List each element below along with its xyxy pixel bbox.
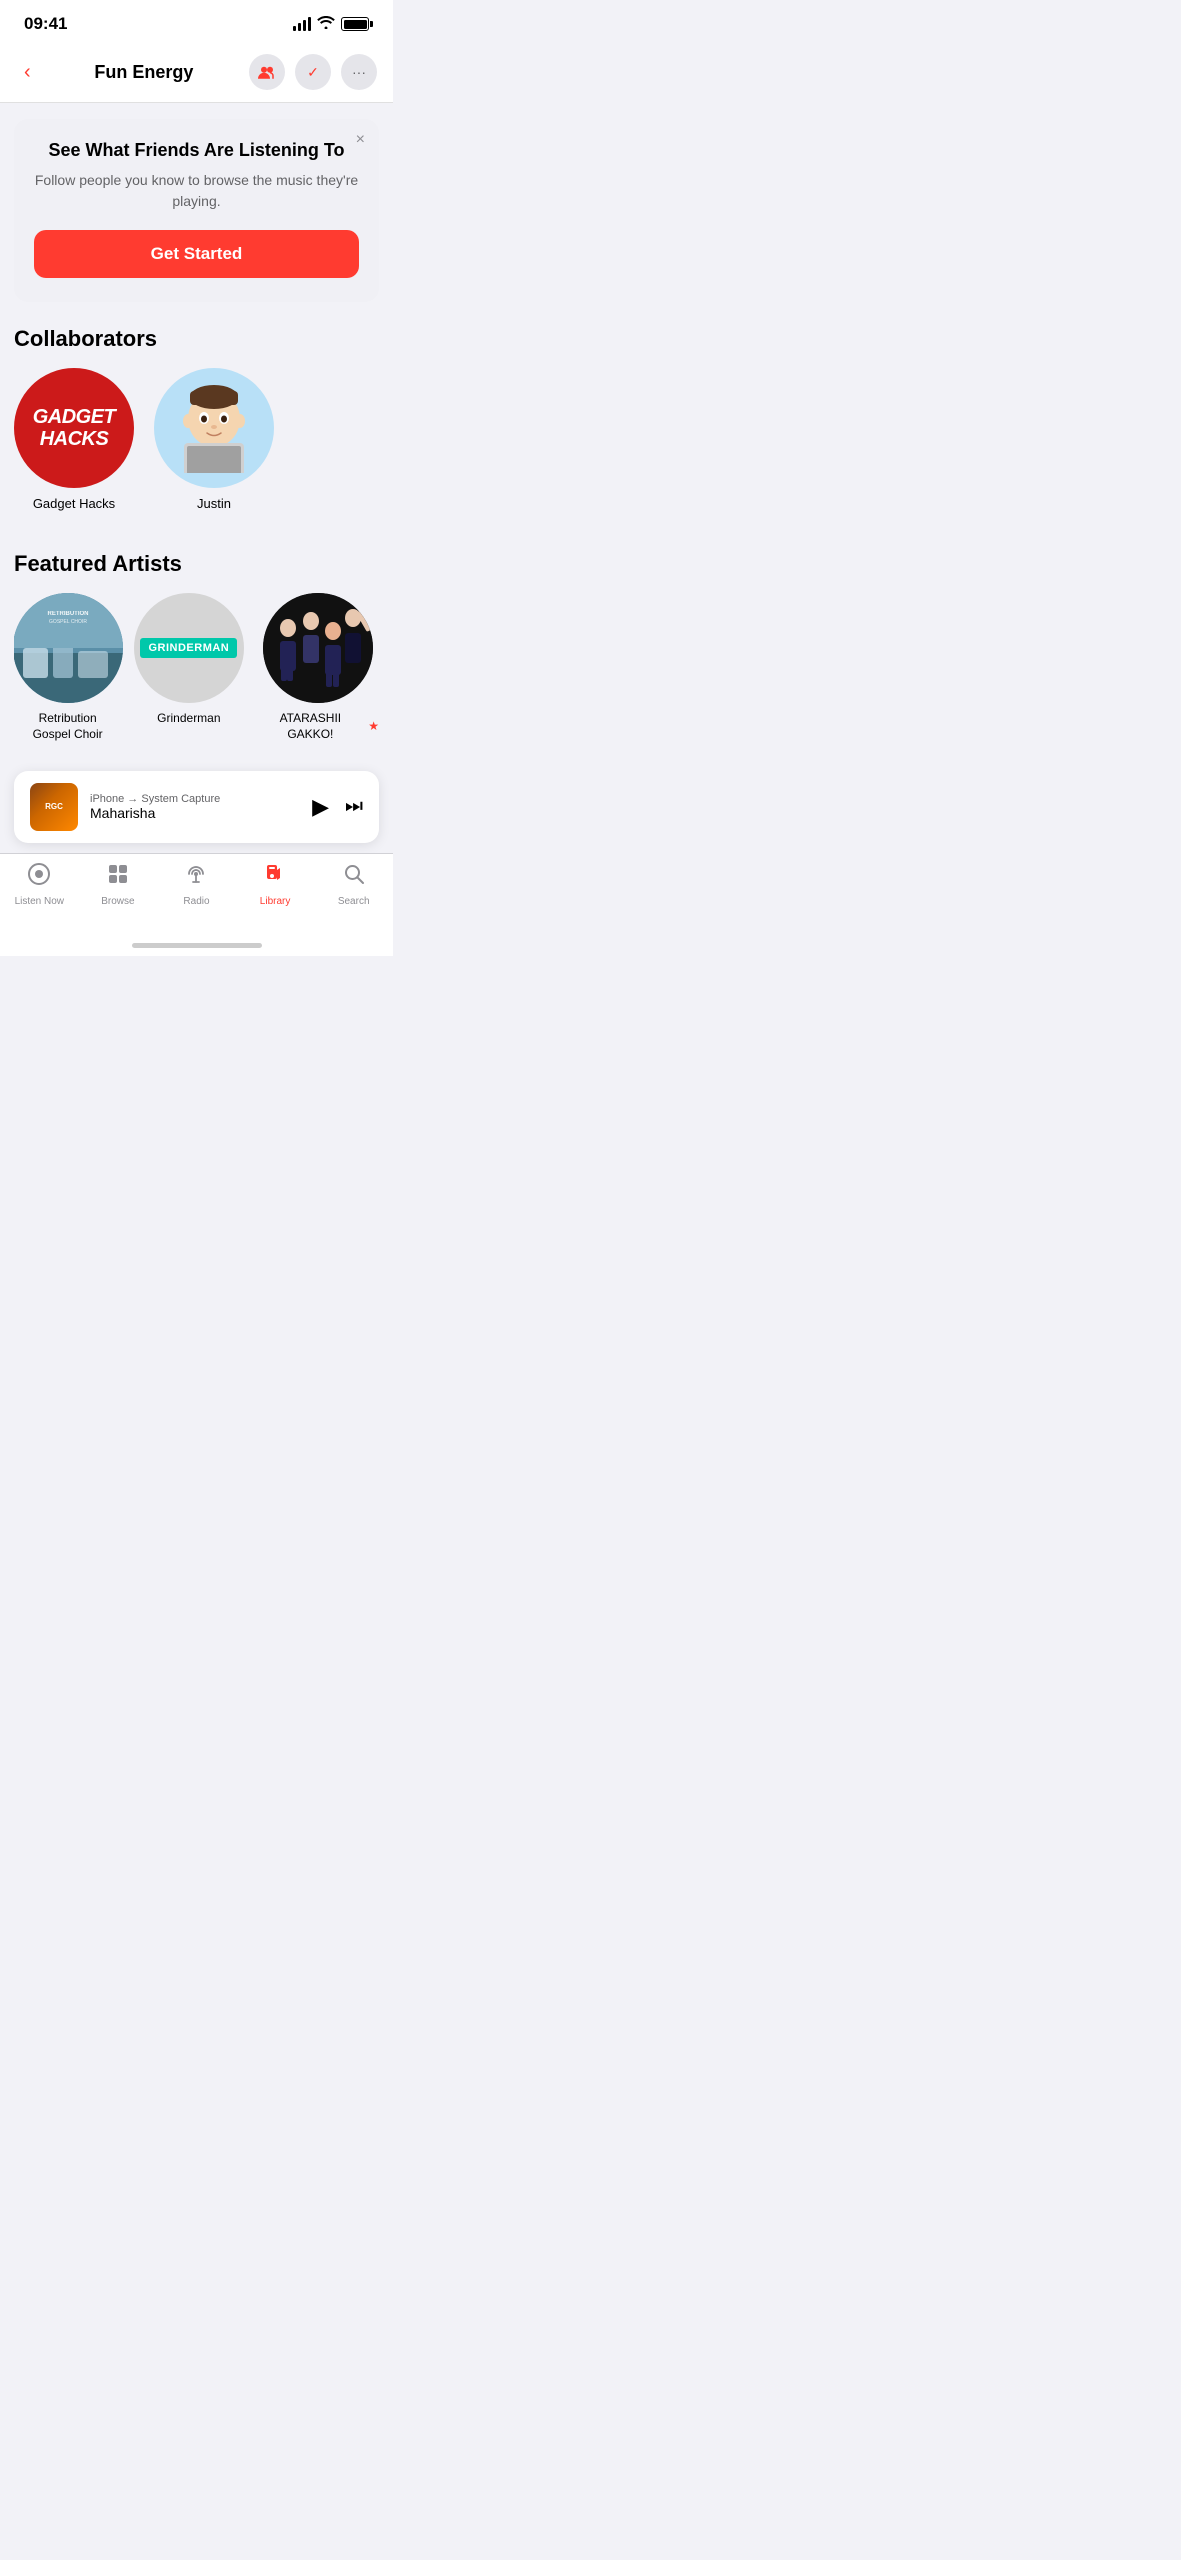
- grinderman-logo-text: GRINDERMAN: [148, 642, 229, 654]
- retribution-avatar: RETRIBUTION GOSPEL CHOIR: [14, 593, 123, 703]
- mini-player-info: iPhone → System Capture Maharisha: [90, 793, 300, 821]
- page-title: Fun Energy: [39, 62, 249, 83]
- browse-label: Browse: [101, 896, 134, 907]
- status-icons: [293, 15, 370, 34]
- mini-player-controls: ▶ ⏭: [312, 794, 363, 820]
- svg-text:GOSPEL CHOIR: GOSPEL CHOIR: [49, 619, 87, 625]
- home-bar: [132, 943, 262, 948]
- fast-forward-button[interactable]: ⏭: [345, 795, 363, 818]
- artist-grinderman[interactable]: GRINDERMAN Grinderman: [135, 593, 242, 742]
- search-icon: [342, 862, 366, 893]
- artist-retribution[interactable]: RETRIBUTION GOSPEL CHOIR RetributionGosp…: [14, 593, 121, 742]
- get-started-button[interactable]: Get Started: [34, 230, 359, 278]
- listen-now-icon: [27, 862, 51, 893]
- play-button[interactable]: ▶: [312, 794, 329, 820]
- gadget-hacks-avatar: GADGETHACKS: [14, 368, 134, 488]
- atarashii-name: ATARASHII GAKKO! ★: [256, 711, 379, 742]
- social-card-title: See What Friends Are Listening To: [34, 139, 359, 162]
- mini-player[interactable]: RGC iPhone → System Capture Maharisha ▶ …: [14, 771, 379, 843]
- library-icon: [263, 862, 287, 893]
- tab-radio[interactable]: Radio: [161, 862, 231, 907]
- artists-row: RETRIBUTION GOSPEL CHOIR RetributionGosp…: [14, 593, 379, 750]
- retribution-name: RetributionGospel Choir: [33, 711, 103, 742]
- mini-player-source: iPhone → System Capture: [90, 793, 300, 805]
- check-button[interactable]: ✓: [295, 54, 331, 90]
- tab-bar: Listen Now Browse Radio: [0, 853, 393, 935]
- nav-actions: ✓ ···: [249, 54, 377, 90]
- wifi-icon: [317, 15, 335, 34]
- social-card-close-button[interactable]: ×: [356, 131, 365, 149]
- atarashii-avatar: [263, 593, 373, 703]
- home-indicator: [0, 935, 393, 956]
- tab-search[interactable]: Search: [319, 862, 389, 907]
- featured-artists-section: Featured Artists RET: [0, 551, 393, 750]
- more-button[interactable]: ···: [341, 54, 377, 90]
- featured-artists-title: Featured Artists: [14, 551, 379, 577]
- tab-library[interactable]: Library: [240, 862, 310, 907]
- battery-icon: [341, 17, 369, 31]
- radio-icon: [184, 862, 208, 893]
- collaborators-section: Collaborators GADGETHACKS Gadget Hacks: [0, 326, 393, 519]
- mini-player-art-text: RGC: [45, 802, 63, 811]
- collaborators-row: GADGETHACKS Gadget Hacks: [14, 368, 379, 519]
- mini-player-title: Maharisha: [90, 805, 300, 821]
- grinderman-name: Grinderman: [157, 711, 220, 727]
- grinderman-logo: GRINDERMAN: [140, 638, 237, 658]
- mini-player-artwork: RGC: [30, 783, 78, 831]
- grinderman-avatar: GRINDERMAN: [134, 593, 244, 703]
- listen-now-label: Listen Now: [15, 896, 64, 907]
- library-label: Library: [260, 896, 291, 907]
- add-people-button[interactable]: [249, 54, 285, 90]
- signal-icon: [293, 17, 312, 31]
- collaborator-justin[interactable]: Justin: [154, 368, 274, 511]
- justin-avatar: [154, 368, 274, 488]
- collaborator-gadget-hacks[interactable]: GADGETHACKS Gadget Hacks: [14, 368, 134, 511]
- tab-listen-now[interactable]: Listen Now: [4, 862, 74, 907]
- search-label: Search: [338, 896, 370, 907]
- gadget-hacks-logo-text: GADGETHACKS: [33, 406, 116, 450]
- apple-music-badge: ★: [368, 719, 379, 735]
- tab-browse[interactable]: Browse: [83, 862, 153, 907]
- radio-label: Radio: [183, 896, 209, 907]
- status-bar: 09:41: [0, 0, 393, 42]
- browse-icon: [106, 862, 130, 893]
- artist-atarashii[interactable]: ATARASHII GAKKO! ★: [256, 593, 379, 742]
- justin-name: Justin: [197, 496, 231, 511]
- gadget-hacks-name: Gadget Hacks: [33, 496, 115, 511]
- social-card: × See What Friends Are Listening To Foll…: [14, 119, 379, 302]
- social-card-description: Follow people you know to browse the mus…: [34, 170, 359, 212]
- status-time: 09:41: [24, 14, 67, 34]
- svg-text:RETRIBUTION: RETRIBUTION: [47, 611, 88, 617]
- collaborators-title: Collaborators: [14, 326, 379, 352]
- back-button[interactable]: ‹: [16, 57, 39, 88]
- nav-bar: ‹ Fun Energy ✓ ···: [0, 42, 393, 103]
